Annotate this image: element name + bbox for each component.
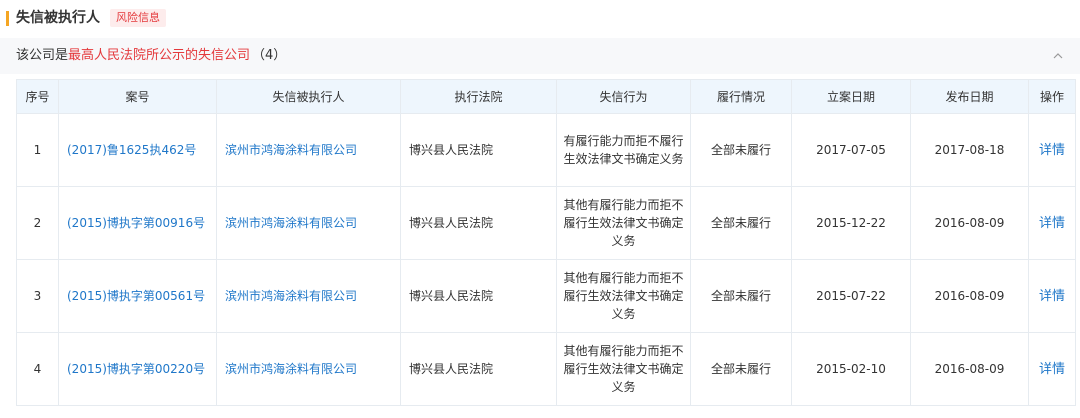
court-cell: 博兴县人民法院 <box>400 113 557 187</box>
row-index: 4 <box>16 332 59 406</box>
filing-date-cell: 2017-07-05 <box>791 113 911 187</box>
executee-link[interactable]: 滨州市鸿海涂料有限公司 <box>225 362 357 376</box>
case-no-link[interactable]: (2015)博执字第00916号 <box>67 216 205 230</box>
chevron-up-icon[interactable] <box>1050 48 1066 64</box>
case-no-link[interactable]: (2015)博执字第00220号 <box>67 362 205 376</box>
table-row: 3 (2015)博执字第00561号 滨州市鸿海涂料有限公司 博兴县人民法院 其… <box>16 259 1076 333</box>
col-action: 操作 <box>1028 79 1076 114</box>
col-case-no: 案号 <box>58 79 217 114</box>
col-filing-date: 立案日期 <box>791 79 911 114</box>
table-row: 1 (2017)鲁1625执462号 滨州市鸿海涂料有限公司 博兴县人民法院 有… <box>16 113 1076 187</box>
detail-link[interactable]: 详情 <box>1039 143 1065 158</box>
detail-link[interactable]: 详情 <box>1039 362 1065 377</box>
table-row: 2 (2015)博执字第00916号 滨州市鸿海涂料有限公司 博兴县人民法院 其… <box>16 186 1076 260</box>
executee-link[interactable]: 滨州市鸿海涂料有限公司 <box>225 143 357 157</box>
section-title: 失信被执行人 <box>16 10 100 26</box>
summary-bar: 该公司是最高人民法院所公示的失信公司 （4） <box>0 38 1080 74</box>
behavior-cell: 其他有履行能力而拒不履行生效法律文书确定义务 <box>556 186 691 260</box>
summary-text: 该公司是最高人民法院所公示的失信公司 （4） <box>16 47 286 65</box>
case-no-link[interactable]: (2017)鲁1625执462号 <box>67 143 196 157</box>
status-cell: 全部未履行 <box>690 113 792 187</box>
executee-link[interactable]: 滨州市鸿海涂料有限公司 <box>225 216 357 230</box>
dishonest-executee-table: 序号 案号 失信被执行人 执行法院 失信行为 履行情况 立案日期 发布日期 操作… <box>16 79 1076 406</box>
risk-tag: 风险信息 <box>110 9 166 27</box>
col-court: 执行法院 <box>400 79 557 114</box>
filing-date-cell: 2015-12-22 <box>791 186 911 260</box>
detail-link[interactable]: 详情 <box>1039 289 1065 304</box>
executee-link[interactable]: 滨州市鸿海涂料有限公司 <box>225 289 357 303</box>
row-index: 1 <box>16 113 59 187</box>
filing-date-cell: 2015-02-10 <box>791 332 911 406</box>
section-header: 失信被执行人 风险信息 <box>0 0 1080 38</box>
summary-prefix: 该公司是 <box>16 48 69 63</box>
court-cell: 博兴县人民法院 <box>400 186 557 260</box>
behavior-cell: 有履行能力而拒不履行生效法律文书确定义务 <box>556 113 691 187</box>
status-cell: 全部未履行 <box>690 259 792 333</box>
row-index: 3 <box>16 259 59 333</box>
col-index: 序号 <box>16 79 59 114</box>
col-status: 履行情况 <box>690 79 792 114</box>
col-behavior: 失信行为 <box>556 79 691 114</box>
behavior-cell: 其他有履行能力而拒不履行生效法律文书确定义务 <box>556 332 691 406</box>
table-row: 4 (2015)博执字第00220号 滨州市鸿海涂料有限公司 博兴县人民法院 其… <box>16 332 1076 406</box>
case-no-link[interactable]: (2015)博执字第00561号 <box>67 289 205 303</box>
publish-date-cell: 2016-08-09 <box>910 186 1029 260</box>
filing-date-cell: 2015-07-22 <box>791 259 911 333</box>
detail-link[interactable]: 详情 <box>1039 216 1065 231</box>
table-header-row: 序号 案号 失信被执行人 执行法院 失信行为 履行情况 立案日期 发布日期 操作 <box>16 79 1076 114</box>
publish-date-cell: 2017-08-18 <box>910 113 1029 187</box>
publish-date-cell: 2016-08-09 <box>910 259 1029 333</box>
title-accent-bar <box>6 11 9 26</box>
summary-highlight: 最高人民法院所公示的失信公司 <box>68 48 251 63</box>
status-cell: 全部未履行 <box>690 186 792 260</box>
col-publish-date: 发布日期 <box>910 79 1029 114</box>
row-index: 2 <box>16 186 59 260</box>
court-cell: 博兴县人民法院 <box>400 332 557 406</box>
col-executee: 失信被执行人 <box>216 79 401 114</box>
summary-count: （4） <box>252 48 287 63</box>
status-cell: 全部未履行 <box>690 332 792 406</box>
publish-date-cell: 2016-08-09 <box>910 332 1029 406</box>
behavior-cell: 其他有履行能力而拒不履行生效法律文书确定义务 <box>556 259 691 333</box>
court-cell: 博兴县人民法院 <box>400 259 557 333</box>
